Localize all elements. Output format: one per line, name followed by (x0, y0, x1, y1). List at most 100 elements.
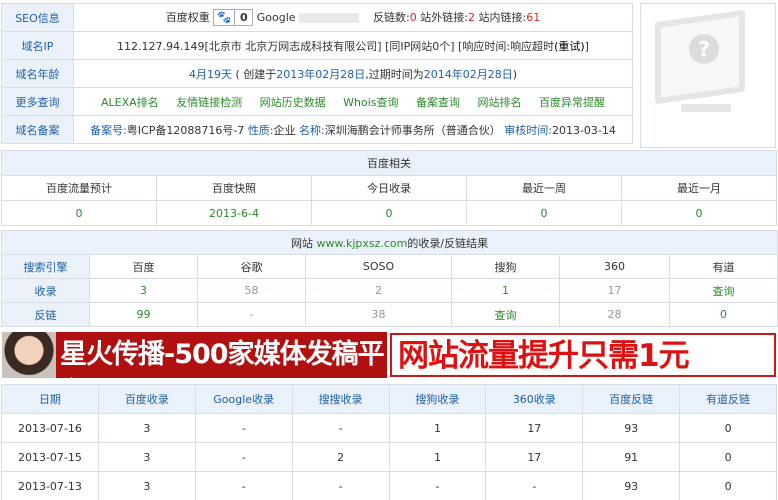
cell: 1 (388, 413, 487, 443)
engine-name: 谷歌 (197, 254, 306, 279)
cell: 17 (485, 413, 584, 443)
daily-header: 有道反链 (679, 384, 777, 414)
age-suffix: ) (512, 67, 518, 81)
table-row: 2013-07-15 3 - 2 1 17 91 0 (1, 442, 777, 472)
outlinks-value: 2 (468, 10, 475, 24)
baidu-section-title: 百度相关 (1, 150, 777, 176)
ad-left[interactable]: 星火传播-500家媒体发稿平台 (2, 332, 387, 408)
retest-link[interactable]: (重试) (554, 40, 585, 53)
cell: 3 (97, 442, 196, 472)
created-prefix: ( 创建于 (235, 67, 277, 81)
engine-site-link[interactable]: www.kjpxsz.com (316, 237, 407, 250)
indexed-value[interactable]: 2 (305, 278, 452, 303)
indexed-value[interactable]: 58 (197, 278, 306, 303)
created-date: 2013年02月28日 (276, 67, 366, 81)
backlink-value[interactable]: 38 (305, 302, 452, 327)
monitor-stand (681, 104, 731, 112)
icp-label: 域名备案 (1, 115, 74, 144)
cell: 93 (582, 413, 681, 443)
table-row: 2013-07-13 3 - - - - 93 0 (1, 471, 777, 500)
baidu-paw-icon: 🐾 (214, 10, 235, 26)
cell: 2 (291, 442, 390, 472)
backlink-value[interactable]: 99 (89, 302, 198, 327)
cell: 0 (679, 413, 777, 443)
icp-name: 深圳海鹏会计师事务所（普通合伙） (324, 123, 501, 137)
icp-date: 2013-03-14 (551, 123, 616, 137)
baidu-weight-value: 0 (234, 10, 253, 26)
backlink-value[interactable]: 28 (559, 302, 670, 327)
link-baidu-alert[interactable]: 百度异常提醒 (539, 96, 605, 109)
engine-title-suffix: 的收录/反链结果 (407, 236, 489, 250)
indexed-value[interactable]: 17 (559, 278, 670, 303)
baidu-weight-label: 百度权重 (165, 10, 210, 24)
ad-person-image (2, 332, 56, 378)
more-label: 更多查询 (1, 87, 74, 116)
cell: - (194, 442, 293, 472)
icp-name-label: 名称: (299, 123, 325, 137)
expire-prefix: ,过期时间为 (365, 67, 424, 81)
engine-name: 有道 (668, 254, 778, 279)
seo-info-table: SEO信息 百度权重 🐾 0 Google 反链数:0 站外链接:2 站内链接:6… (1, 3, 633, 144)
site-thumbnail[interactable]: ? (640, 3, 776, 148)
baidu-value: 0 (1, 200, 157, 226)
question-icon: ? (689, 34, 719, 64)
engine-row-label: 搜索引擎 (1, 254, 90, 279)
baidu-header: 今日收录 (311, 175, 467, 201)
baidu-header: 最近一月 (621, 175, 777, 201)
ad-right[interactable]: 网站流量提升只需1元 (390, 333, 776, 377)
cell: - (194, 413, 293, 443)
link-friendlink[interactable]: 友情链接检测 (176, 96, 242, 109)
inlinks-label: 站内链接: (478, 10, 527, 24)
icp-no: 粤ICP备12088716号-7 (126, 123, 245, 137)
cell: - (485, 471, 584, 500)
engine-name: SOSO (305, 254, 452, 279)
baidu-header: 最近一周 (466, 175, 622, 201)
icp-nature-label: 性质: (247, 123, 274, 137)
age-row: 4月19天 ( 创建于2013年02月28日,过期时间为2014年02月28日) (73, 59, 633, 88)
engine-name: 360 (559, 254, 670, 279)
link-rank[interactable]: 网站排名 (477, 96, 521, 109)
baidu-value: 0 (311, 200, 467, 226)
baidu-header: 百度流量预计 (1, 175, 157, 201)
baidu-snapshot-link[interactable]: 2013-6-4 (156, 200, 312, 226)
cell: 3 (97, 471, 196, 500)
age-label: 域名年龄 (1, 59, 74, 88)
daily-header: Google收录 (194, 384, 293, 414)
link-whois[interactable]: Whois查询 (343, 96, 398, 109)
backlink-value[interactable]: 0 (668, 302, 778, 327)
ip-label: 域名IP (1, 31, 74, 60)
engine-results-table: 网站 www.kjpxsz.com的收录/反链结果 搜索引擎 百度 谷歌 SOS… (0, 230, 778, 327)
baidu-weight-badge[interactable]: 🐾 0 (213, 9, 254, 27)
backlinks-label: 反链数: (373, 10, 410, 24)
cell: 0 (679, 471, 777, 500)
ip-value: 112.127.94.149[北京市 北京万网志成科技有限公司] [同IP网站0… (117, 39, 511, 53)
more-row: ALEXA排名 友情链接检测 网站历史数据 Whois查询 备案查询 网站排名 … (73, 87, 633, 116)
indexed-query-link[interactable]: 查询 (668, 278, 778, 303)
indexed-value[interactable]: 1 (451, 278, 560, 303)
outlinks-label: 站外链接: (420, 10, 468, 24)
cell: 2013-07-13 (1, 471, 99, 500)
cell: - (291, 413, 390, 443)
link-icp[interactable]: 备案查询 (416, 96, 460, 109)
ad-right-text: 网站流量提升只需1元 (398, 338, 690, 374)
ip-end: ] (584, 39, 589, 53)
engine-name: 搜狗 (451, 254, 560, 279)
cell: 93 (582, 471, 681, 500)
table-row: 2013-07-16 3 - - 1 17 93 0 (1, 413, 777, 443)
link-alexa[interactable]: ALEXA排名 (101, 96, 159, 109)
baidu-related-table: 百度相关 百度流量预计 百度快照 今日收录 最近一周 最近一月 0 2013-6… (1, 150, 777, 226)
inlinks-value: 61 (526, 10, 541, 24)
engine-row-label: 收录 (1, 278, 90, 303)
seo-label: SEO信息 (1, 3, 74, 32)
ad-banner[interactable]: 星火传播-500家媒体发稿平台 网站流量提升只需1元 (0, 332, 778, 408)
cell: 2013-07-15 (1, 442, 99, 472)
icp-nature: 企业 (273, 123, 296, 137)
backlinks-value: 0 (409, 10, 417, 24)
daily-header: 360收录 (485, 384, 584, 414)
icp-date-label: 审核时间: (504, 123, 552, 137)
icp-no-label: 备案号: (90, 123, 127, 137)
link-history[interactable]: 网站历史数据 (260, 96, 326, 109)
indexed-value[interactable]: 3 (89, 278, 198, 303)
backlink-query-link[interactable]: 查询 (451, 302, 560, 327)
daily-header: 百度收录 (97, 384, 196, 414)
